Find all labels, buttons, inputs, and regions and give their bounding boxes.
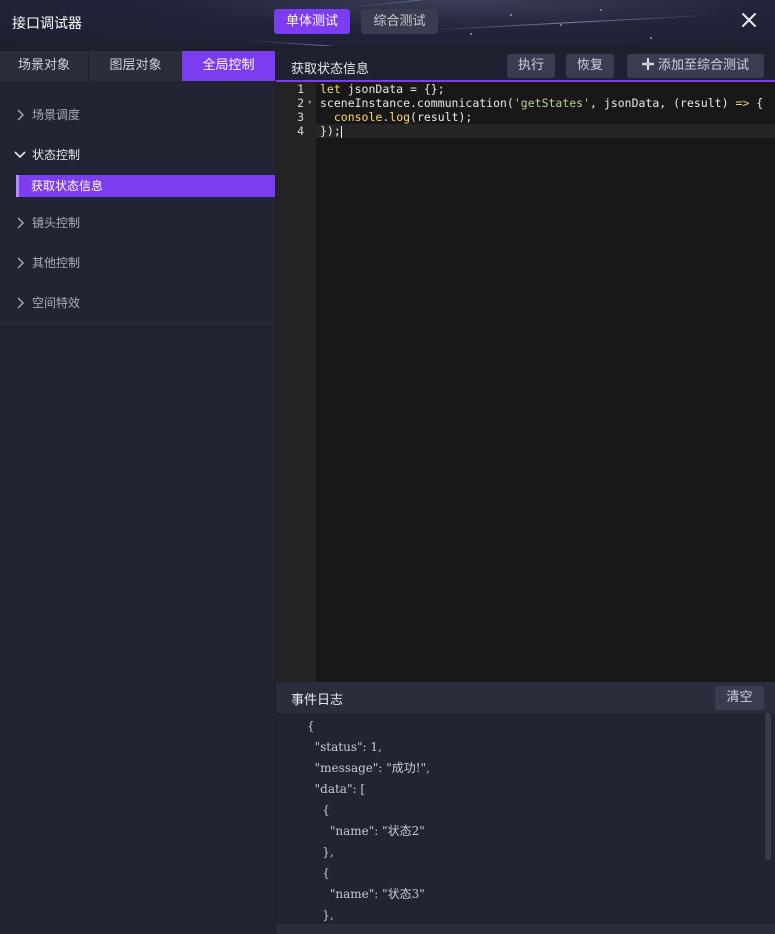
- tree-item-label: 空间特效: [32, 296, 81, 310]
- log-line: {: [307, 803, 330, 817]
- decorative-dot: [600, 9, 602, 11]
- divider: [0, 323, 275, 324]
- decorative-dot: [560, 24, 562, 26]
- tab-global-control[interactable]: 全局控制: [182, 51, 275, 81]
- bottom-strip: [276, 924, 775, 934]
- event-log-title: 事件日志: [291, 693, 344, 708]
- plus-icon: [641, 58, 654, 70]
- code-editor[interactable]: 1 2 ▾ 3 4 let jsonData = {}; sceneInstan…: [276, 82, 775, 682]
- restore-button[interactable]: 恢复: [566, 54, 614, 78]
- title-bar: 接口调试器 单体测试 综合测试: [0, 0, 775, 46]
- log-line: "message": "成功!",: [307, 761, 430, 775]
- line-number: 2: [297, 96, 304, 110]
- add-to-integrated-test-button[interactable]: 添加至综合测试: [627, 54, 764, 78]
- chevron-right-icon: [17, 217, 24, 229]
- decorative-streak: [419, 14, 720, 31]
- code-line: });: [320, 124, 342, 138]
- tree-subitem-label: 获取状态信息: [31, 179, 104, 193]
- clear-log-button[interactable]: 清空: [715, 686, 764, 710]
- log-line: },: [307, 908, 334, 922]
- chevron-right-icon: [17, 297, 24, 309]
- chevron-right-icon: [17, 109, 24, 121]
- left-panel: 场景对象 图层对象 全局控制 场景调度 状态控制 获取状态信息 镜头控制 其他控…: [0, 51, 275, 934]
- decorative-streak: [249, 40, 430, 46]
- tree-item-state-control[interactable]: 状态控制: [0, 135, 275, 175]
- line-number-gutter: 1 2 ▾ 3 4: [276, 82, 316, 682]
- mode-single-test-button[interactable]: 单体测试: [274, 9, 350, 34]
- chevron-right-icon: [17, 257, 24, 269]
- tree-item-camera-control[interactable]: 镜头控制: [0, 203, 275, 243]
- app-title: 接口调试器: [12, 15, 82, 31]
- add-button-label: 添加至综合测试: [657, 58, 749, 73]
- page-title: 获取状态信息: [291, 62, 370, 77]
- log-line: {: [307, 719, 315, 733]
- line-number: 3: [297, 110, 304, 124]
- fold-arrow-icon[interactable]: ▾: [307, 96, 312, 110]
- code-lines: let jsonData = {}; sceneInstance.communi…: [320, 82, 763, 138]
- chevron-down-icon: [14, 151, 26, 159]
- tree-item-label: 镜头控制: [32, 216, 81, 230]
- api-tree: 场景调度 状态控制 获取状态信息 镜头控制 其他控制 空间特效: [0, 95, 275, 323]
- category-tabs: 场景对象 图层对象 全局控制: [0, 51, 275, 81]
- mode-integrated-test-button[interactable]: 综合测试: [361, 9, 438, 34]
- code-line: console.log(result);: [333, 110, 473, 124]
- decorative-streak: [339, 0, 599, 9]
- tree-item-label: 其他控制: [32, 256, 81, 270]
- close-button[interactable]: [738, 9, 760, 31]
- code-line: sceneInstance.communication('getStates',…: [320, 96, 764, 110]
- tab-scene-objects[interactable]: 场景对象: [0, 51, 88, 81]
- decorative-dot: [510, 14, 512, 16]
- tree-item-label: 状态控制: [32, 148, 81, 162]
- tree-subitem-get-state-info[interactable]: 获取状态信息: [16, 175, 275, 197]
- log-scrollbar[interactable]: [765, 713, 771, 860]
- event-log-header: 事件日志 清空: [276, 682, 775, 713]
- log-line: {: [307, 866, 330, 880]
- text-cursor: [340, 125, 342, 138]
- code-line: let jsonData = {};: [320, 82, 445, 96]
- tree-item-spatial-effects[interactable]: 空间特效: [0, 283, 275, 323]
- log-line: },: [307, 845, 334, 859]
- tree-item-label: 场景调度: [32, 108, 81, 122]
- log-line: "name": "状态2": [307, 824, 425, 838]
- tree-item-other-control[interactable]: 其他控制: [0, 243, 275, 283]
- line-number: 4: [297, 124, 304, 138]
- event-log-output: { "status": 1, "message": "成功!", "data":…: [276, 713, 775, 934]
- close-icon: [742, 13, 756, 27]
- decorative-dot: [470, 33, 472, 35]
- tree-item-scene-scheduling[interactable]: 场景调度: [0, 95, 275, 135]
- log-line: "status": 1,: [307, 740, 382, 754]
- run-button[interactable]: 执行: [507, 54, 555, 78]
- main-header: 获取状态信息 执行 恢复 添加至综合测试: [276, 51, 775, 81]
- log-line: "data": [: [307, 782, 366, 796]
- log-line: "name": "状态3": [307, 887, 425, 901]
- tab-layer-objects[interactable]: 图层对象: [88, 51, 182, 81]
- decorative-dot: [650, 37, 652, 39]
- line-number: 1: [297, 82, 304, 96]
